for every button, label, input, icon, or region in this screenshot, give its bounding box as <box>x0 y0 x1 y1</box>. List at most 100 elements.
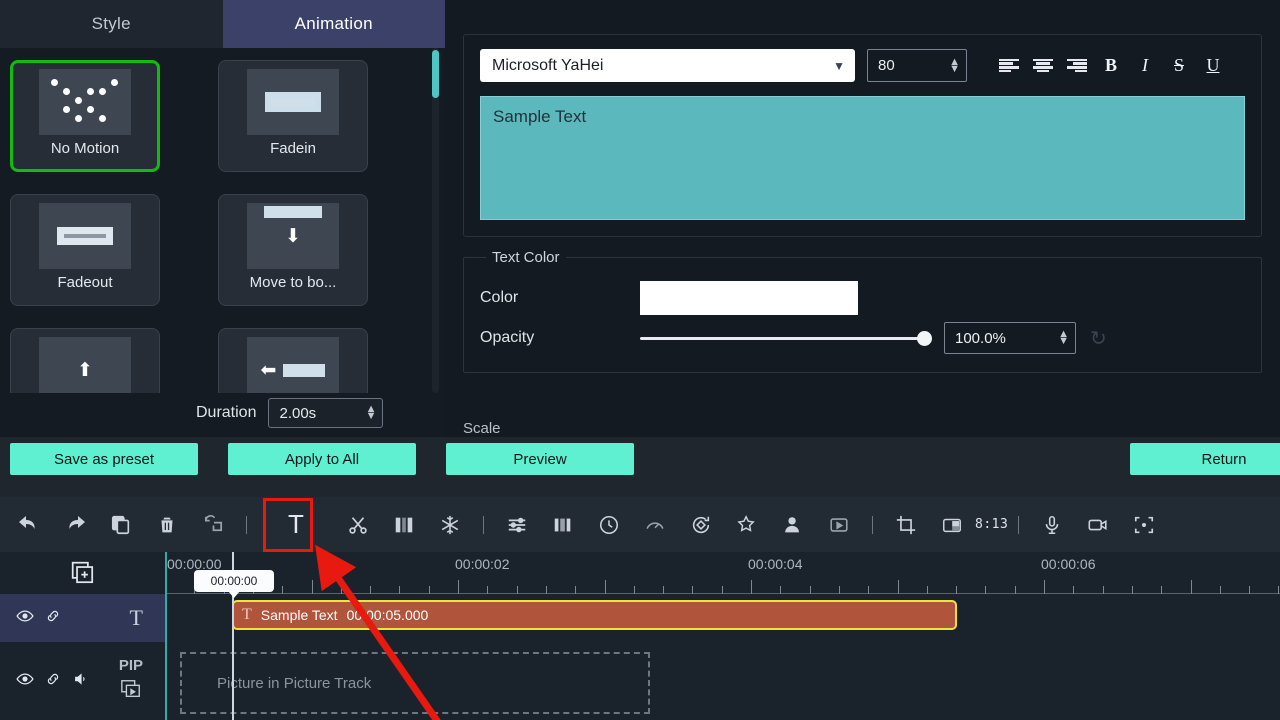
crop-rotate-icon[interactable] <box>196 508 230 542</box>
animation-card-move-to-top[interactable]: ⬆ <box>10 328 160 393</box>
playhead-time-chip[interactable]: 00:00:00 <box>194 570 274 598</box>
color-match-icon[interactable] <box>546 508 580 542</box>
stepper-arrows-icon[interactable]: ▲ ▼ <box>1058 329 1069 347</box>
link-icon[interactable] <box>44 608 62 629</box>
underline-button[interactable]: U <box>1199 52 1227 80</box>
ruler-tick <box>428 586 430 594</box>
text-input-area[interactable]: Sample Text <box>480 96 1245 220</box>
toolbar-separator <box>246 515 247 534</box>
text-edit-box: Microsoft YaHei ▼ 80 ▲ ▼ B I S U Sample … <box>463 34 1262 237</box>
timeline-clip-text[interactable]: T Sample Text 00:00:05.000 <box>232 600 957 630</box>
camera-icon[interactable] <box>1081 508 1115 542</box>
undo-icon[interactable] <box>12 508 46 542</box>
ruler-label: 00:00:06 <box>1041 556 1096 572</box>
animation-card-move-to-bottom[interactable]: ⬇ Move to bo... <box>218 194 368 306</box>
animation-scrollbar-thumb[interactable] <box>432 50 439 98</box>
italic-button[interactable]: I <box>1131 52 1159 80</box>
track-text-type: T <box>130 605 143 631</box>
bold-button[interactable]: B <box>1097 52 1125 80</box>
arrow-left-icon: ⬅ <box>260 359 277 381</box>
eye-icon[interactable] <box>16 609 34 628</box>
ruler-tick <box>516 586 518 594</box>
speaker-icon[interactable] <box>72 671 90 692</box>
fadeout-thumbnail <box>39 203 131 269</box>
animation-card-fadein[interactable]: Fadein <box>218 60 368 172</box>
pip-track-placeholder[interactable]: Picture in Picture Track <box>180 652 650 714</box>
align-left-icon[interactable] <box>995 52 1023 80</box>
opacity-stepper[interactable]: 100.0% ▲ ▼ <box>944 322 1076 354</box>
speed-gauge-icon[interactable] <box>638 508 672 542</box>
add-track-button[interactable] <box>0 552 165 594</box>
ruler-tick <box>399 586 401 594</box>
ruler-tick <box>868 586 870 594</box>
text-color-group: Text Color Color Opacity 100.0% ▲ ▼ ↻ <box>463 249 1262 373</box>
copy-icon[interactable] <box>104 508 138 542</box>
align-right-icon[interactable] <box>1063 52 1091 80</box>
clip-duration: 00:00:05.000 <box>346 607 429 623</box>
return-button[interactable]: Return <box>1130 443 1280 475</box>
font-family-select[interactable]: Microsoft YaHei ▼ <box>480 49 855 82</box>
animation-card-label: Fadein <box>270 140 316 157</box>
toolbar-separator <box>483 515 484 534</box>
align-center-icon[interactable] <box>1029 52 1057 80</box>
pip-layout-icon[interactable] <box>935 508 969 542</box>
color-swatch[interactable] <box>640 281 858 315</box>
crop-icon[interactable] <box>889 508 923 542</box>
portrait-cutout-icon[interactable] <box>776 508 810 542</box>
animation-scrollbar-track[interactable] <box>432 48 439 393</box>
panel-tabs: Style Animation <box>0 0 445 48</box>
scale-group-title: Scale <box>463 420 501 437</box>
save-as-preset-button[interactable]: Save as preset <box>10 443 198 475</box>
ruler-tick <box>985 586 987 594</box>
strikethrough-button[interactable]: S <box>1165 52 1193 80</box>
duration-clock-icon[interactable] <box>592 508 626 542</box>
ruler-tick <box>692 586 694 594</box>
track-text-controls <box>0 608 62 629</box>
detect-scene-icon[interactable] <box>1127 508 1161 542</box>
delete-icon[interactable] <box>150 508 184 542</box>
favorite-star-icon[interactable] <box>730 508 764 542</box>
redo-icon[interactable] <box>58 508 92 542</box>
reset-icon[interactable]: ↻ <box>1090 326 1107 351</box>
animation-card-fadeout[interactable]: Fadeout <box>10 194 160 306</box>
apply-to-all-button[interactable]: Apply to All <box>228 443 416 475</box>
opacity-slider-knob[interactable] <box>917 330 932 346</box>
move-to-left-thumbnail: ⬅ <box>247 337 339 393</box>
split-clip-icon[interactable] <box>387 508 421 542</box>
freeze-frame-icon[interactable] <box>433 508 467 542</box>
track-pip-header[interactable]: PIP <box>0 642 165 720</box>
duration-stepper[interactable]: 2.00s ▲ ▼ <box>268 398 384 428</box>
font-size-stepper[interactable]: 80 ▲ ▼ <box>867 49 967 82</box>
stepper-arrows-icon[interactable]: ▲ ▼ <box>949 56 960 74</box>
ruler-tick <box>780 586 782 594</box>
preview-button[interactable]: Preview <box>446 443 634 475</box>
ruler-tick <box>1044 580 1045 594</box>
opacity-label: Opacity <box>480 329 535 346</box>
link-icon[interactable] <box>44 671 62 692</box>
arrow-up-icon: ⬆ <box>77 359 93 381</box>
timeline-ruler[interactable]: 00:00:00 00:00:02 00:00:04 00:00:06 <box>165 552 1280 594</box>
reverse-icon[interactable] <box>684 508 718 542</box>
format-buttons: B I S U <box>995 52 1227 80</box>
fadein-thumbnail <box>247 69 339 135</box>
fadeout-bar-shape <box>57 227 113 245</box>
ruler-tick <box>1161 586 1163 594</box>
adjust-sliders-icon[interactable] <box>500 508 534 542</box>
ruler-tick <box>370 586 372 594</box>
move-to-bottom-thumbnail: ⬇ <box>247 203 339 269</box>
tab-style[interactable]: Style <box>0 0 223 48</box>
video-preview-icon[interactable] <box>822 508 856 542</box>
animation-card-move-to-left[interactable]: ⬅ <box>218 328 368 393</box>
mic-icon[interactable] <box>1035 508 1069 542</box>
ruler-tick <box>926 586 928 594</box>
animation-card-no-motion[interactable]: No Motion <box>10 60 160 172</box>
eye-icon[interactable] <box>16 672 34 691</box>
opacity-slider[interactable] <box>640 328 932 348</box>
tab-animation[interactable]: Animation <box>222 0 445 48</box>
track-text-header[interactable]: T <box>0 594 165 642</box>
aspect-ratio-label[interactable]: 8:13 <box>975 517 1008 532</box>
split-scissors-icon[interactable] <box>341 508 375 542</box>
stepper-arrows-icon[interactable]: ▲ ▼ <box>366 404 377 422</box>
text-icon[interactable]: T <box>279 508 313 542</box>
ruler-tick <box>311 580 313 594</box>
